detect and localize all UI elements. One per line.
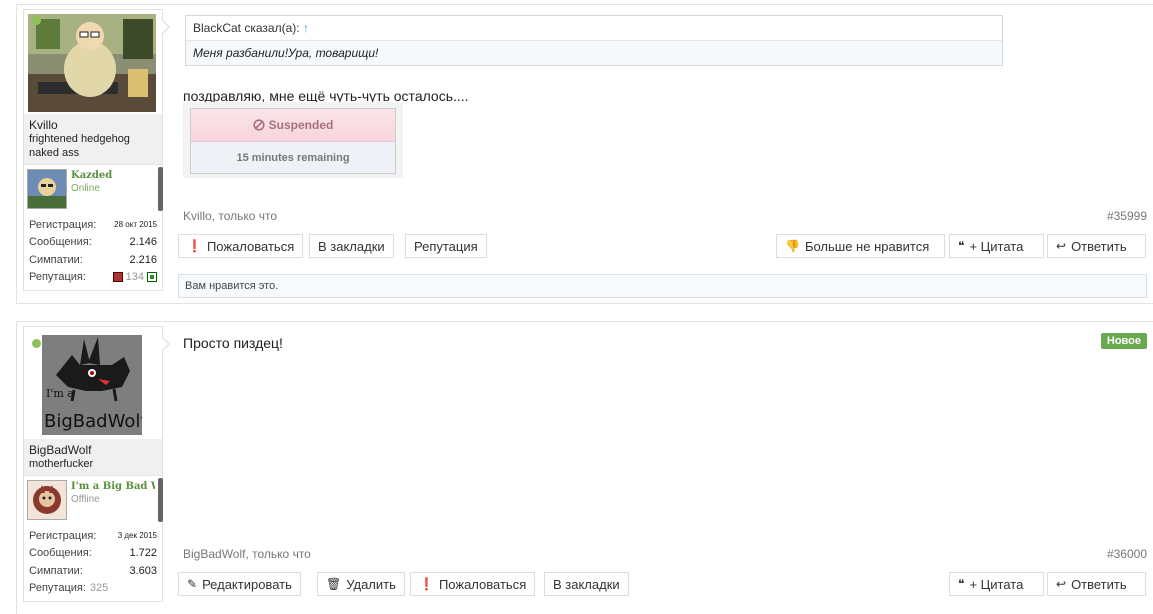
avatar-text-top: I'm a <box>46 387 74 400</box>
stat-label-messages: Сообщения: <box>29 547 92 560</box>
user-title-line2: naked ass <box>29 147 80 159</box>
banner-avatar[interactable] <box>27 480 67 520</box>
post-actions: ✎ Редактировать 🗑 Удалить ❗ Пожаловаться В … <box>178 572 1147 598</box>
reputation-plus-icon[interactable] <box>147 272 157 283</box>
report-button[interactable]: ❗ Пожаловаться <box>178 234 304 258</box>
stat-label-reputation: Репутация: <box>29 582 86 595</box>
bookmark-button[interactable]: В закладки <box>544 572 629 596</box>
stat-label-registration: Регистрация: <box>29 218 97 231</box>
thumbs-down-icon: 👎 <box>785 239 800 253</box>
banner-avatar[interactable] <box>27 169 67 209</box>
report-icon: ❗ <box>187 239 202 253</box>
speech-arrow <box>161 19 170 35</box>
ban-icon <box>253 119 265 131</box>
stat-value-messages[interactable]: 2.146 <box>129 236 157 248</box>
stat-value-registration: 28 окт 2015 <box>114 220 157 230</box>
user-info-block: I'm a BigBadWolf BigBadWolf motherfucker… <box>23 326 163 602</box>
post-number[interactable]: #36000 <box>1107 547 1147 561</box>
stat-label-likes: Симпатии: <box>29 564 83 577</box>
trash-icon: 🗑 <box>326 577 342 591</box>
user-title: frightened hedgehog <box>29 133 130 145</box>
post-36000: I'm a BigBadWolf BigBadWolf motherfucker… <box>16 321 1153 614</box>
user-title: motherfucker <box>29 458 94 470</box>
user-banner-box: Kazded Online <box>24 164 163 213</box>
user-stats: Регистрация: 28 окт 2015 Сообщения: 2.146 … <box>24 213 162 290</box>
bookmark-button[interactable]: В закладки <box>309 234 394 258</box>
unlike-button[interactable]: 👎 Больше не нравится <box>776 234 945 258</box>
user-stats: Регистрация: 3 дек 2015 Сообщения: 1.722 С… <box>24 524 162 601</box>
quote-block: BlackCat сказал(а): ↑ Меня разбанили!Ура… <box>185 15 1003 66</box>
user-info-block: Kvillo frightened hedgehog naked ass Kaz… <box>23 9 163 291</box>
delete-button[interactable]: 🗑 Удалить <box>317 572 405 596</box>
stat-value-messages[interactable]: 1.722 <box>129 547 157 559</box>
reputation-minus-icon[interactable] <box>112 272 123 283</box>
quote-icon: ❝ <box>958 239 965 253</box>
banner-status: Offline <box>71 494 100 505</box>
stat-label-registration: Регистрация: <box>29 529 97 542</box>
stat-label-reputation: Репутация: <box>29 271 86 284</box>
post-number[interactable]: #35999 <box>1107 209 1147 223</box>
quote-text: Меня разбанили!Ура, товарищи! <box>193 46 379 60</box>
stat-value-likes: 2.216 <box>129 253 157 266</box>
online-indicator <box>32 339 41 348</box>
message-text: Просто пиздец! <box>183 335 283 351</box>
suspended-widget: Suspended 15 minutes remaining <box>183 102 403 178</box>
reply-icon: ↩ <box>1056 239 1067 253</box>
new-badge: Новое <box>1100 333 1147 349</box>
report-button[interactable]: ❗ Пожаловаться <box>410 572 536 596</box>
banner-name[interactable]: Kazded <box>71 170 155 181</box>
stat-value-likes: 3.603 <box>129 564 157 577</box>
username[interactable]: Kvillo <box>29 118 157 132</box>
post-author-time[interactable]: BigBadWolf, только что <box>183 547 311 561</box>
reply-icon: ↩ <box>1056 577 1067 591</box>
suspended-title: Suspended <box>268 118 334 132</box>
speech-arrow <box>161 336 170 352</box>
avatar-text-bottom: BigBadWolf <box>44 411 142 432</box>
stat-value-reputation: 325 <box>89 582 109 595</box>
user-avatar[interactable] <box>28 14 156 112</box>
stat-value-reputation: 134 <box>125 271 144 284</box>
banner-status: Online <box>71 183 100 194</box>
edit-button[interactable]: ✎ Редактировать <box>178 572 301 596</box>
report-icon: ❗ <box>419 577 434 591</box>
user-banner-box: I'm a Big Bad Wolf Offline <box>24 475 163 524</box>
quote-button[interactable]: ❝ + Цитата <box>949 572 1044 596</box>
quote-icon: ❝ <box>958 577 965 591</box>
stat-value-registration: 3 дек 2015 <box>117 531 157 541</box>
username[interactable]: BigBadWolf <box>29 443 157 457</box>
reply-button[interactable]: ↩ Ответить <box>1047 572 1146 596</box>
suspended-remaining: 15 minutes remaining <box>191 142 395 173</box>
stat-label-messages: Сообщения: <box>29 236 92 249</box>
scrollbar[interactable] <box>158 167 163 211</box>
quote-button[interactable]: ❝ + Цитата <box>949 234 1044 258</box>
post-35999: Kvillo frightened hedgehog naked ass Kaz… <box>16 4 1153 304</box>
reputation-button[interactable]: Репутация <box>405 234 487 258</box>
user-avatar[interactable]: I'm a BigBadWolf <box>42 335 142 435</box>
banner-name[interactable]: I'm a Big Bad Wolf <box>71 481 155 492</box>
likes-summary: Вам нравится это. <box>178 274 1147 298</box>
reply-button[interactable]: ↩ Ответить <box>1047 234 1146 258</box>
quote-author[interactable]: BlackCat сказал(а): <box>193 21 300 35</box>
post-actions: ❗ Пожаловаться В закладки Репутация 👎 Боль… <box>178 234 1147 260</box>
stat-label-likes: Симпатии: <box>29 253 83 266</box>
online-indicator <box>32 16 41 25</box>
post-content: Новое Просто пиздец! BigBadWolf, только … <box>178 332 1147 614</box>
post-content: BlackCat сказал(а): ↑ Меня разбанили!Ура… <box>178 15 1147 303</box>
pencil-icon: ✎ <box>187 577 198 591</box>
scrollbar[interactable] <box>158 478 163 522</box>
post-author-time[interactable]: Kvillo, только что <box>183 209 277 223</box>
quote-up-arrow-icon[interactable]: ↑ <box>303 21 309 35</box>
